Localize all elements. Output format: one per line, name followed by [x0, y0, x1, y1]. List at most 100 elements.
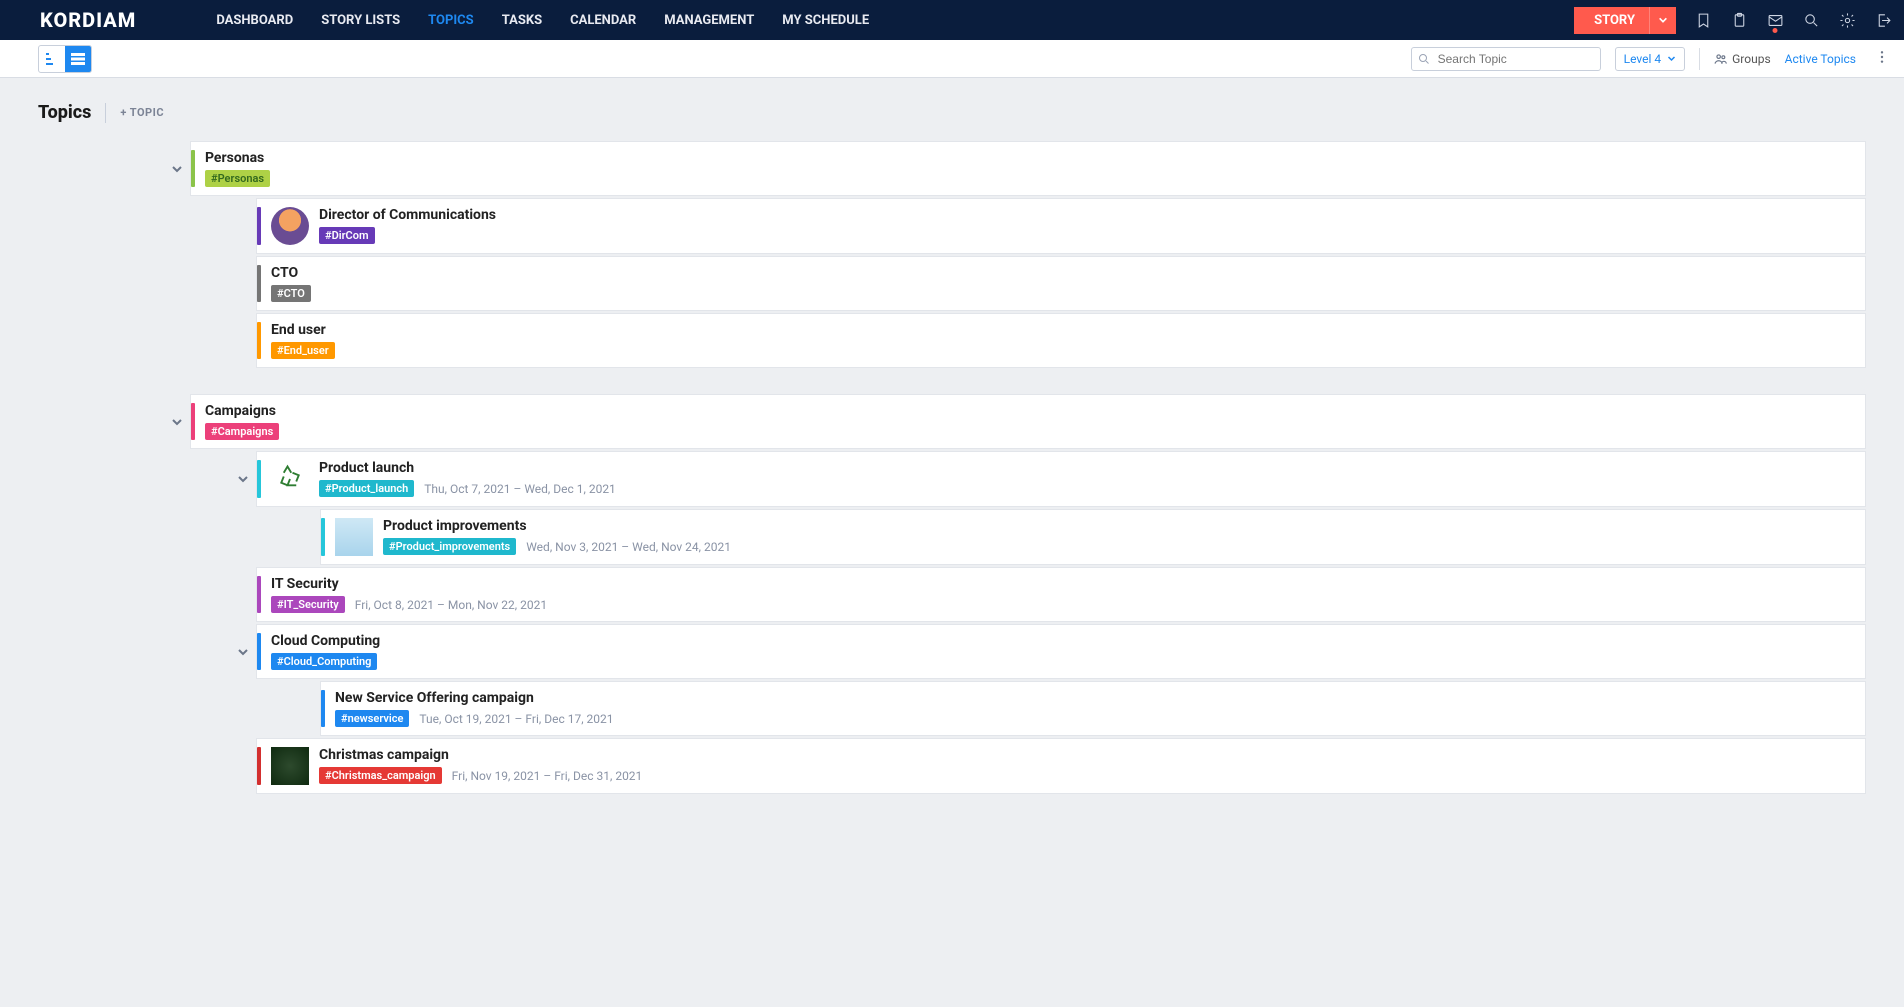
topic-title: Personas: [205, 150, 270, 166]
notification-dot: [1773, 28, 1778, 33]
people-icon: [1714, 52, 1728, 66]
topic-title: Christmas campaign: [319, 747, 642, 763]
topic-dates: Tue, Oct 19, 2021 – Fri, Dec 17, 2021: [419, 712, 613, 726]
color-bar: [257, 747, 261, 785]
topic-row-cto[interactable]: CTO #CTO: [256, 256, 1866, 311]
color-bar: [257, 207, 261, 245]
color-bar: [321, 518, 325, 556]
add-topic-button[interactable]: + TOPIC: [120, 106, 164, 119]
topic-row-cloud[interactable]: Cloud Computing #Cloud_Computing: [256, 624, 1866, 679]
logo-text: KORDIAM: [40, 8, 136, 32]
topics-list: Personas #Personas Director of Communica…: [0, 141, 1904, 836]
new-story-button[interactable]: STORY: [1574, 7, 1649, 34]
topic-tag[interactable]: #Cloud_Computing: [271, 653, 377, 670]
search-box: [1411, 47, 1601, 71]
more-menu[interactable]: [1870, 49, 1894, 69]
chevron-down-icon: [1667, 54, 1676, 63]
topic-row-christmas[interactable]: Christmas campaign #Christmas_campaign F…: [256, 738, 1866, 794]
active-topics-link[interactable]: Active Topics: [1785, 52, 1856, 66]
topic-group-product-improvements: Product improvements #Product_improvemen…: [320, 509, 1866, 565]
nav-right: STORY: [1574, 7, 1892, 34]
nav-tasks[interactable]: TASKS: [502, 13, 542, 28]
topic-title: CTO: [271, 265, 311, 281]
topic-tag[interactable]: #Personas: [205, 170, 270, 187]
story-button-label: STORY: [1594, 13, 1635, 28]
thumbnail: [271, 747, 309, 785]
topic-title: Product launch: [319, 460, 616, 476]
search-icon: [1418, 53, 1430, 65]
topic-row-enduser[interactable]: End user #End_user: [256, 313, 1866, 368]
topic-row-newservice[interactable]: New Service Offering campaign #newservic…: [320, 681, 1866, 736]
logout-icon[interactable]: [1874, 11, 1892, 29]
search-input[interactable]: [1411, 47, 1601, 71]
page-title: Topics: [38, 102, 91, 123]
divider: [1699, 48, 1700, 70]
nav-dashboard[interactable]: DASHBOARD: [216, 13, 293, 28]
topic-title: Product improvements: [383, 518, 731, 534]
topic-title: New Service Offering campaign: [335, 690, 614, 706]
nav-my-schedule[interactable]: MY SCHEDULE: [782, 13, 869, 28]
topic-tag[interactable]: #Product_launch: [319, 480, 414, 497]
expand-toggle[interactable]: [169, 414, 185, 430]
expand-toggle[interactable]: [235, 644, 251, 660]
topic-title: IT Security: [271, 576, 547, 592]
topic-tag[interactable]: #CTO: [271, 285, 311, 302]
top-navbar: KORDIAM DASHBOARD STORY LISTS TOPICS TAS…: [0, 0, 1904, 40]
topic-row-campaigns[interactable]: Campaigns #Campaigns: [190, 394, 1866, 449]
divider: [105, 103, 106, 123]
story-button-dropdown[interactable]: [1649, 7, 1676, 34]
clipboard-icon[interactable]: [1730, 11, 1748, 29]
topic-dates: Fri, Nov 19, 2021 – Fri, Dec 31, 2021: [452, 769, 643, 783]
topic-row-personas[interactable]: Personas #Personas: [190, 141, 1866, 196]
thumbnail: [335, 518, 373, 556]
topic-tag[interactable]: #End_user: [271, 342, 335, 359]
topic-row-it-security[interactable]: IT Security #IT_Security Fri, Oct 8, 202…: [256, 567, 1866, 622]
nav-management[interactable]: MANAGEMENT: [664, 13, 754, 28]
topic-dates: Fri, Oct 8, 2021 – Mon, Nov 22, 2021: [355, 598, 547, 612]
search-icon[interactable]: [1802, 11, 1820, 29]
topic-group-newservice: New Service Offering campaign #newservic…: [320, 681, 1866, 736]
topic-group-it-security: IT Security #IT_Security Fri, Oct 8, 202…: [256, 567, 1866, 622]
color-bar: [191, 403, 195, 440]
topic-group-campaigns: Campaigns #Campaigns: [190, 394, 1866, 449]
recycle-icon: [271, 460, 309, 498]
groups-label: Groups: [1732, 52, 1771, 66]
view-list-button[interactable]: [65, 46, 91, 72]
topic-group-cloud: Cloud Computing #Cloud_Computing: [256, 624, 1866, 679]
topic-tag[interactable]: #Campaigns: [205, 423, 279, 440]
topic-tag[interactable]: #newservice: [335, 710, 409, 727]
topic-row-dircom[interactable]: Director of Communications #DirCom: [256, 198, 1866, 254]
mail-icon[interactable]: [1766, 11, 1784, 29]
expand-toggle[interactable]: [169, 161, 185, 177]
nav-calendar[interactable]: CALENDAR: [570, 13, 636, 28]
gear-icon[interactable]: [1838, 11, 1856, 29]
color-bar: [321, 690, 325, 727]
expand-toggle[interactable]: [235, 471, 251, 487]
topic-dates: Wed, Nov 3, 2021 – Wed, Nov 24, 2021: [526, 540, 731, 554]
topic-group-christmas: Christmas campaign #Christmas_campaign F…: [256, 738, 1866, 794]
toolbar: Level 4 Groups Active Topics: [0, 40, 1904, 78]
topic-tag[interactable]: #IT_Security: [271, 596, 345, 613]
topic-row-product-improvements[interactable]: Product improvements #Product_improvemen…: [320, 509, 1866, 565]
color-bar: [257, 322, 261, 359]
bookmark-icon[interactable]: [1694, 11, 1712, 29]
topic-tag[interactable]: #DirCom: [319, 227, 375, 244]
topic-group-personas: Personas #Personas: [190, 141, 1866, 196]
level-dropdown[interactable]: Level 4: [1615, 47, 1686, 71]
view-outline-button[interactable]: [39, 46, 65, 72]
toolbar-right: Level 4 Groups Active Topics: [1411, 47, 1894, 71]
color-bar: [257, 265, 261, 302]
groups-link[interactable]: Groups: [1714, 52, 1771, 66]
topic-row-product-launch[interactable]: Product launch #Product_launch Thu, Oct …: [256, 451, 1866, 507]
topic-tag[interactable]: #Christmas_campaign: [319, 767, 442, 784]
nav-story-lists[interactable]: STORY LISTS: [321, 13, 400, 28]
topic-title: Cloud Computing: [271, 633, 380, 649]
chevron-down-icon: [1658, 15, 1668, 25]
topic-title: End user: [271, 322, 335, 338]
topic-tag[interactable]: #Product_improvements: [383, 538, 516, 555]
topic-dates: Thu, Oct 7, 2021 – Wed, Dec 1, 2021: [424, 482, 616, 496]
nav-topics[interactable]: TOPICS: [428, 13, 474, 28]
topic-title: Campaigns: [205, 403, 279, 419]
app-logo: KORDIAM: [40, 8, 136, 32]
topic-group-enduser: End user #End_user: [256, 313, 1866, 368]
